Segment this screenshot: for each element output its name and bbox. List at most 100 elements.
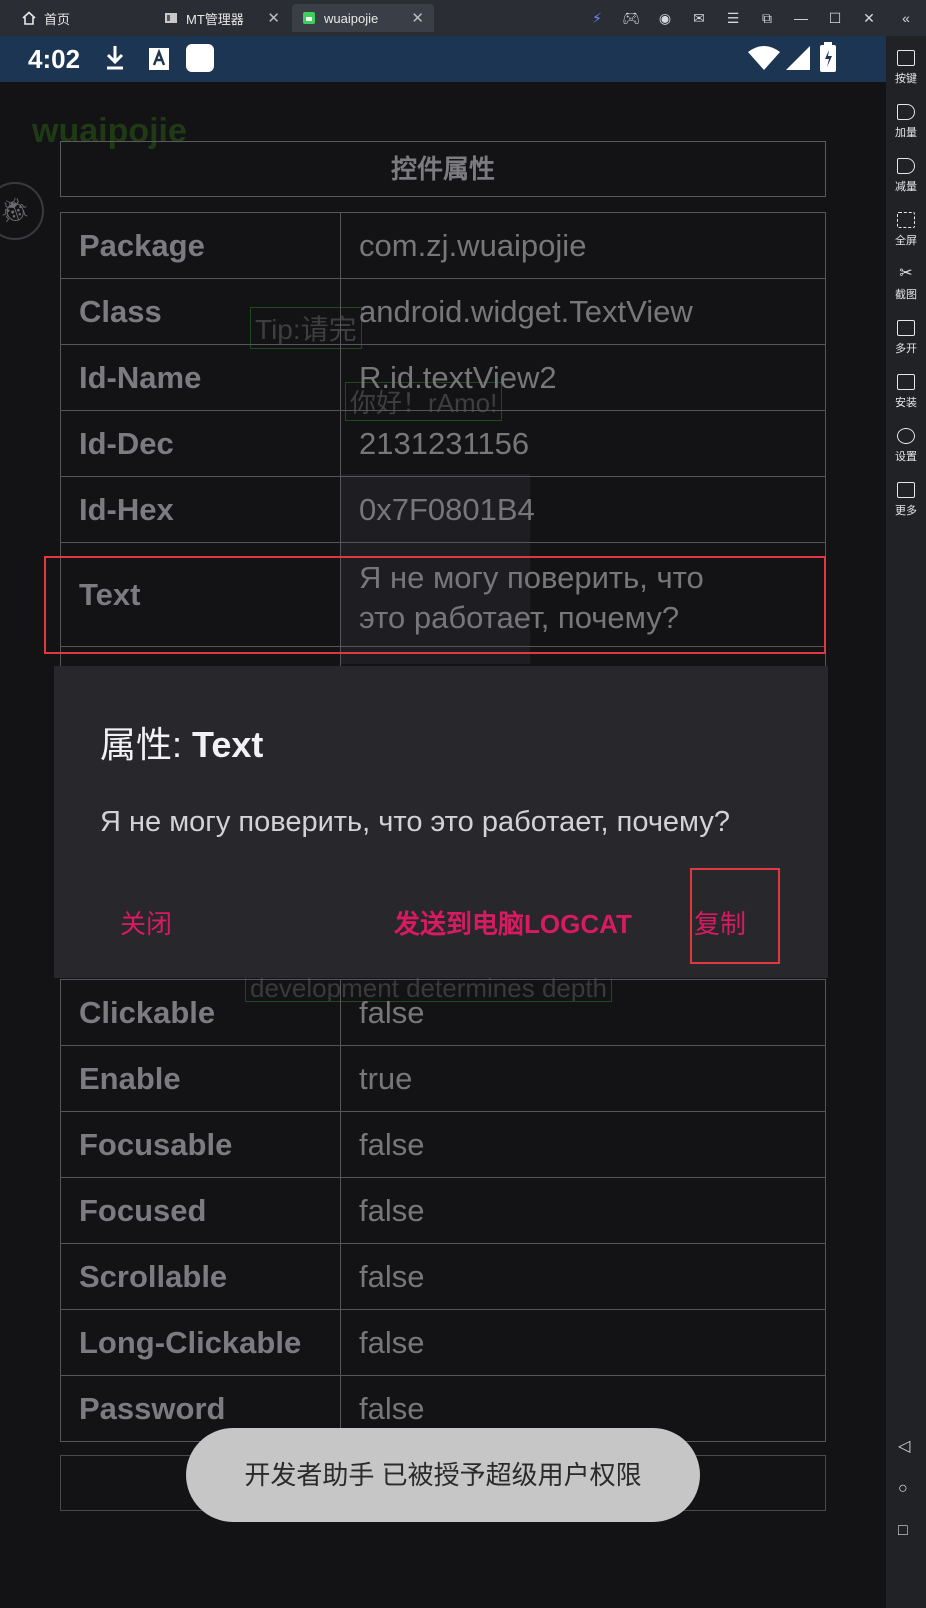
- bug-float-button[interactable]: 🐞︎: [0, 182, 44, 240]
- minimize-icon[interactable]: —: [784, 10, 818, 26]
- wifi-icon: [748, 46, 780, 75]
- sidebar-item-keys[interactable]: 按键: [886, 50, 926, 86]
- prop-key: Long-Clickable: [60, 1309, 341, 1376]
- sidebar-label: 更多: [895, 505, 917, 517]
- sidebar-item-screenshot[interactable]: ✂ 截图: [886, 266, 926, 302]
- prop-key: Scrollable: [60, 1243, 341, 1310]
- tab-label: MT管理器: [186, 11, 244, 27]
- sidebar-label: 安装: [895, 397, 917, 409]
- multi-instance-icon: [897, 320, 915, 336]
- dialog-message: Я не могу поверить, что это работает, по…: [100, 806, 730, 838]
- keyboard-icon: [897, 50, 915, 66]
- prop-key: Clickable: [60, 979, 341, 1046]
- table-row[interactable]: Clickable false: [60, 979, 826, 1046]
- prop-key: Enable: [60, 1045, 341, 1112]
- table-row[interactable]: Package com.zj.wuaipojie: [60, 212, 826, 279]
- prop-value: android.widget.TextView: [340, 278, 826, 345]
- text-row-highlight: [44, 556, 826, 654]
- ladybug-icon: 🐞︎: [0, 197, 31, 224]
- toast-message: 开发者助手 已被授予超级用户权限: [186, 1428, 700, 1522]
- recents-icon[interactable]: □: [898, 1522, 908, 1540]
- apk-icon: [897, 374, 915, 390]
- sidebar-label: 截图: [895, 289, 917, 301]
- font-icon: [148, 47, 170, 76]
- emulator-tab-bar: 首页 MT管理器 ✕ wuaipojie ✕ ⚡ 🎮︎ ◉ ✉ ☰ ⧉ — ☐ …: [0, 0, 926, 36]
- sidebar-item-volume-down[interactable]: 减量: [886, 158, 926, 194]
- app-icon: [164, 11, 178, 25]
- prop-key: Focused: [60, 1177, 341, 1244]
- prop-value: 0x7F0801B4: [340, 476, 826, 543]
- prop-key: Package: [60, 212, 341, 279]
- collapse-icon[interactable]: «: [886, 10, 926, 26]
- sidebar-item-volume-up[interactable]: 加量: [886, 104, 926, 140]
- prop-value: R.id.textView2: [340, 344, 826, 411]
- scissors-icon: ✂: [899, 265, 913, 282]
- prop-value: 2131231156: [340, 410, 826, 477]
- maximize-icon[interactable]: ☐: [818, 10, 852, 27]
- tab-home[interactable]: 首页: [12, 4, 152, 32]
- send-logcat-button[interactable]: 发送到电脑LOGCAT: [394, 904, 632, 941]
- sidebar-label: 全屏: [895, 235, 917, 247]
- sidebar-item-fullscreen[interactable]: 全屏: [886, 212, 926, 248]
- sidebar-label: 多开: [895, 343, 917, 355]
- prop-value: false: [340, 1243, 826, 1310]
- window-toolbar: ⚡ 🎮︎ ◉ ✉ ☰ ⧉ — ☐ ✕ «: [580, 0, 926, 36]
- prop-key: Focusable: [60, 1111, 341, 1178]
- close-icon[interactable]: ✕: [267, 9, 280, 27]
- prop-key: Id-Name: [60, 344, 341, 411]
- tab-label: 首页: [44, 11, 71, 27]
- table-row[interactable]: Class android.widget.TextView: [60, 278, 826, 345]
- dialog-close-button[interactable]: 关闭: [120, 904, 172, 941]
- home-circle-icon[interactable]: ○: [898, 1480, 908, 1498]
- close-icon[interactable]: ✕: [411, 9, 424, 27]
- tab-label: wuaipojie: [324, 10, 379, 26]
- back-icon[interactable]: ◁: [898, 1436, 910, 1456]
- tab-wuaipojie[interactable]: wuaipojie ✕: [292, 4, 434, 32]
- sidebar-item-settings[interactable]: 设置: [886, 428, 926, 464]
- prop-value: false: [340, 1111, 826, 1178]
- table-row[interactable]: Id-Dec 2131231156: [60, 410, 826, 477]
- dialog-title-prefix: 属性:: [100, 724, 193, 765]
- prop-value: false: [340, 1177, 826, 1244]
- restore-icon[interactable]: ⧉: [750, 10, 784, 27]
- mail-icon[interactable]: ✉: [682, 10, 716, 27]
- fullscreen-icon: [897, 212, 915, 228]
- sidebar-label: 加量: [895, 127, 917, 139]
- properties-table-bottom: Clickable false Enable true Focusable false…: [60, 979, 826, 1442]
- table-row[interactable]: Focused false: [60, 1177, 826, 1244]
- table-row[interactable]: Id-Hex 0x7F0801B4: [60, 476, 826, 543]
- table-row[interactable]: Scrollable false: [60, 1243, 826, 1310]
- download-icon: [104, 44, 126, 77]
- sidebar-item-install[interactable]: 安装: [886, 374, 926, 410]
- emulator-sidebar: 按键 加量 减量 全屏 ✂ 截图 多开 安装 设置 更多 ◁ ○ □: [886, 36, 926, 1608]
- table-row[interactable]: Focusable false: [60, 1111, 826, 1178]
- battery-icon: [820, 42, 836, 77]
- prop-value: false: [340, 1309, 826, 1376]
- volume-down-icon: [897, 158, 915, 174]
- dialog-title-attr: Text: [192, 724, 264, 765]
- sidebar-item-more[interactable]: 更多: [886, 482, 926, 518]
- user-icon[interactable]: ◉: [648, 10, 682, 27]
- gamepad-icon[interactable]: 🎮︎: [614, 10, 648, 27]
- app-screen: wuaipojie Tip:请完 你好！rAmo! development de…: [0, 82, 886, 1608]
- prop-value: false: [340, 979, 826, 1046]
- menu-icon[interactable]: ☰: [716, 10, 750, 27]
- dialog-title: 属性: Text: [100, 716, 263, 768]
- properties-header: 控件属性: [60, 141, 826, 197]
- sidebar-label: 减量: [895, 181, 917, 193]
- copy-button-highlight: [690, 868, 780, 964]
- table-row[interactable]: Long-Clickable false: [60, 1309, 826, 1376]
- table-row[interactable]: Enable true: [60, 1045, 826, 1112]
- settings-icon: [897, 428, 915, 444]
- app-notification-icon: [186, 44, 214, 72]
- sidebar-label: 设置: [895, 451, 917, 463]
- android-icon: [302, 11, 316, 25]
- status-bar: 4:02: [0, 36, 886, 82]
- sidebar-label: 按键: [895, 73, 917, 85]
- sidebar-item-multi[interactable]: 多开: [886, 320, 926, 356]
- prop-key: Id-Hex: [60, 476, 341, 543]
- table-row[interactable]: Id-Name R.id.textView2: [60, 344, 826, 411]
- lightning-icon[interactable]: ⚡: [580, 10, 614, 27]
- close-icon[interactable]: ✕: [852, 10, 886, 27]
- tab-mt-manager[interactable]: MT管理器 ✕: [154, 4, 290, 32]
